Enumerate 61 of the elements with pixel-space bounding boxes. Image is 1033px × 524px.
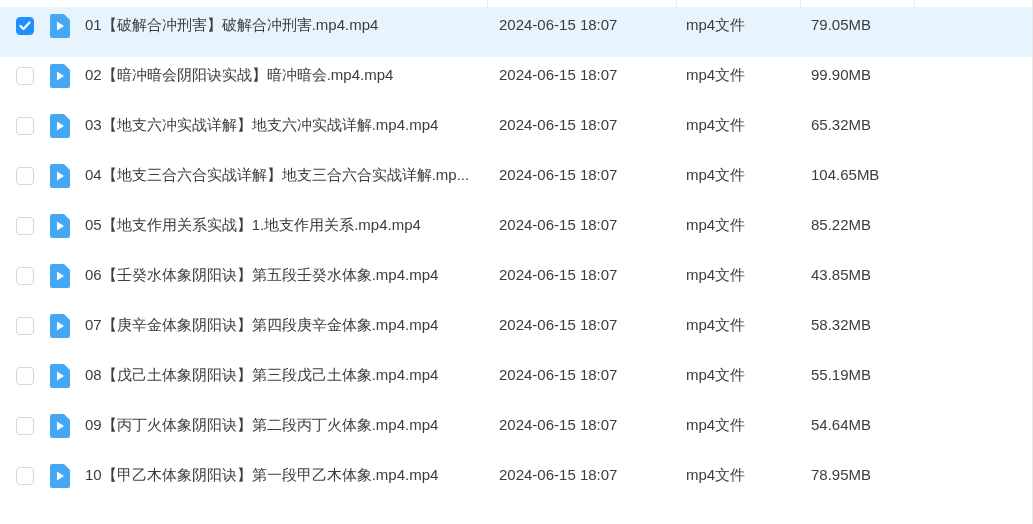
modified-date: 2024-06-15 18:07 [499, 216, 618, 234]
file-name: 07【庚辛金体象阴阳诀】第四段庚辛金体象.mp4.mp4 [85, 316, 439, 334]
video-file-icon [50, 63, 70, 88]
modified-date: 2024-06-15 18:07 [499, 166, 618, 184]
modified-date: 2024-06-15 18:07 [499, 466, 618, 484]
file-name: 06【壬癸水体象阴阳诀】第五段壬癸水体象.mp4.mp4 [85, 266, 439, 284]
modified-date: 2024-06-15 18:07 [499, 16, 618, 34]
file-row[interactable]: 09【丙丁火体象阴阳诀】第二段丙丁火体象.mp4.mp4 2024-06-15 18:07 mp4文件 54.64MB [0, 407, 1032, 457]
file-row[interactable]: 02【暗冲暗会阴阳诀实战】暗冲暗会.mp4.mp4 2024-06-15 18:07 mp4文件 99.90MB [0, 57, 1032, 107]
file-row[interactable]: 03【地支六冲实战详解】地支六冲实战详解.mp4.mp4 2024-06-15 18:07 mp4文件 65.32MB [0, 107, 1032, 157]
file-name: 05【地支作用关系实战】1.地支作用关系.mp4.mp4 [85, 216, 421, 234]
file-type: mp4文件 [686, 466, 746, 484]
file-name: 08【戊己土体象阴阳诀】第三段戊己土体象.mp4.mp4 [85, 366, 439, 384]
video-file-icon [50, 413, 70, 438]
file-type: mp4文件 [686, 216, 746, 234]
file-row[interactable]: 08【戊己土体象阴阳诀】第三段戊己土体象.mp4.mp4 2024-06-15 18:07 mp4文件 55.19MB [0, 357, 1032, 407]
file-size: 55.19MB [811, 366, 872, 384]
modified-date: 2024-06-15 18:07 [499, 316, 618, 334]
video-file-icon [50, 13, 70, 38]
file-name: 02【暗冲暗会阴阳诀实战】暗冲暗会.mp4.mp4 [85, 66, 394, 84]
video-file-icon [50, 363, 70, 388]
file-name: 04【地支三合六合实战详解】地支三合六合实战详解.mp... [85, 166, 470, 184]
file-name: 10【甲乙木体象阴阳诀】第一段甲乙木体象.mp4.mp4 [85, 466, 439, 484]
file-size: 85.22MB [811, 216, 872, 234]
modified-date: 2024-06-15 18:07 [499, 416, 618, 434]
file-type: mp4文件 [686, 116, 746, 134]
file-type: mp4文件 [686, 366, 746, 384]
video-file-icon [50, 463, 70, 488]
file-row[interactable]: 06【壬癸水体象阴阳诀】第五段壬癸水体象.mp4.mp4 2024-06-15 18:07 mp4文件 43.85MB [0, 257, 1032, 307]
file-row[interactable]: 07【庚辛金体象阴阳诀】第四段庚辛金体象.mp4.mp4 2024-06-15 18:07 mp4文件 58.32MB [0, 307, 1032, 357]
file-name: 09【丙丁火体象阴阳诀】第二段丙丁火体象.mp4.mp4 [85, 416, 439, 434]
video-file-icon [50, 163, 70, 188]
modified-date: 2024-06-15 18:07 [499, 266, 618, 284]
file-row[interactable]: 10【甲乙木体象阴阳诀】第一段甲乙木体象.mp4.mp4 2024-06-15 18:07 mp4文件 78.95MB [0, 457, 1032, 507]
video-file-icon [50, 213, 70, 238]
video-file-icon [50, 313, 70, 338]
file-row[interactable]: 05【地支作用关系实战】1.地支作用关系.mp4.mp4 2024-06-15 18:07 mp4文件 85.22MB [0, 207, 1032, 257]
file-name: 03【地支六冲实战详解】地支六冲实战详解.mp4.mp4 [85, 116, 439, 134]
file-size: 104.65MB [811, 166, 880, 184]
modified-date: 2024-06-15 18:07 [499, 366, 618, 384]
file-size: 99.90MB [811, 66, 872, 84]
file-size: 54.64MB [811, 416, 872, 434]
checkbox[interactable] [16, 16, 34, 35]
modified-date: 2024-06-15 18:07 [499, 66, 618, 84]
file-size: 43.85MB [811, 266, 872, 284]
file-type: mp4文件 [686, 166, 746, 184]
file-row[interactable]: 01【破解合冲刑害】破解合冲刑害.mp4.mp4 2024-06-15 18:07 mp4文件 79.05MB [0, 7, 1032, 57]
file-type: mp4文件 [686, 316, 746, 334]
video-file-icon [50, 113, 70, 138]
file-type: mp4文件 [686, 266, 746, 284]
file-type: mp4文件 [686, 16, 746, 34]
modified-date: 2024-06-15 18:07 [499, 116, 618, 134]
file-size: 58.32MB [811, 316, 872, 334]
file-row[interactable]: 04【地支三合六合实战详解】地支三合六合实战详解.mp... 2024-06-15 18:07 mp4文件 104.65MB [0, 157, 1032, 207]
file-name: 01【破解合冲刑害】破解合冲刑害.mp4.mp4 [85, 16, 379, 34]
file-size: 78.95MB [811, 466, 872, 484]
file-type: mp4文件 [686, 66, 746, 84]
file-size: 79.05MB [811, 16, 872, 34]
video-file-icon [50, 263, 70, 288]
file-type: mp4文件 [686, 416, 746, 434]
file-size: 65.32MB [811, 116, 872, 134]
